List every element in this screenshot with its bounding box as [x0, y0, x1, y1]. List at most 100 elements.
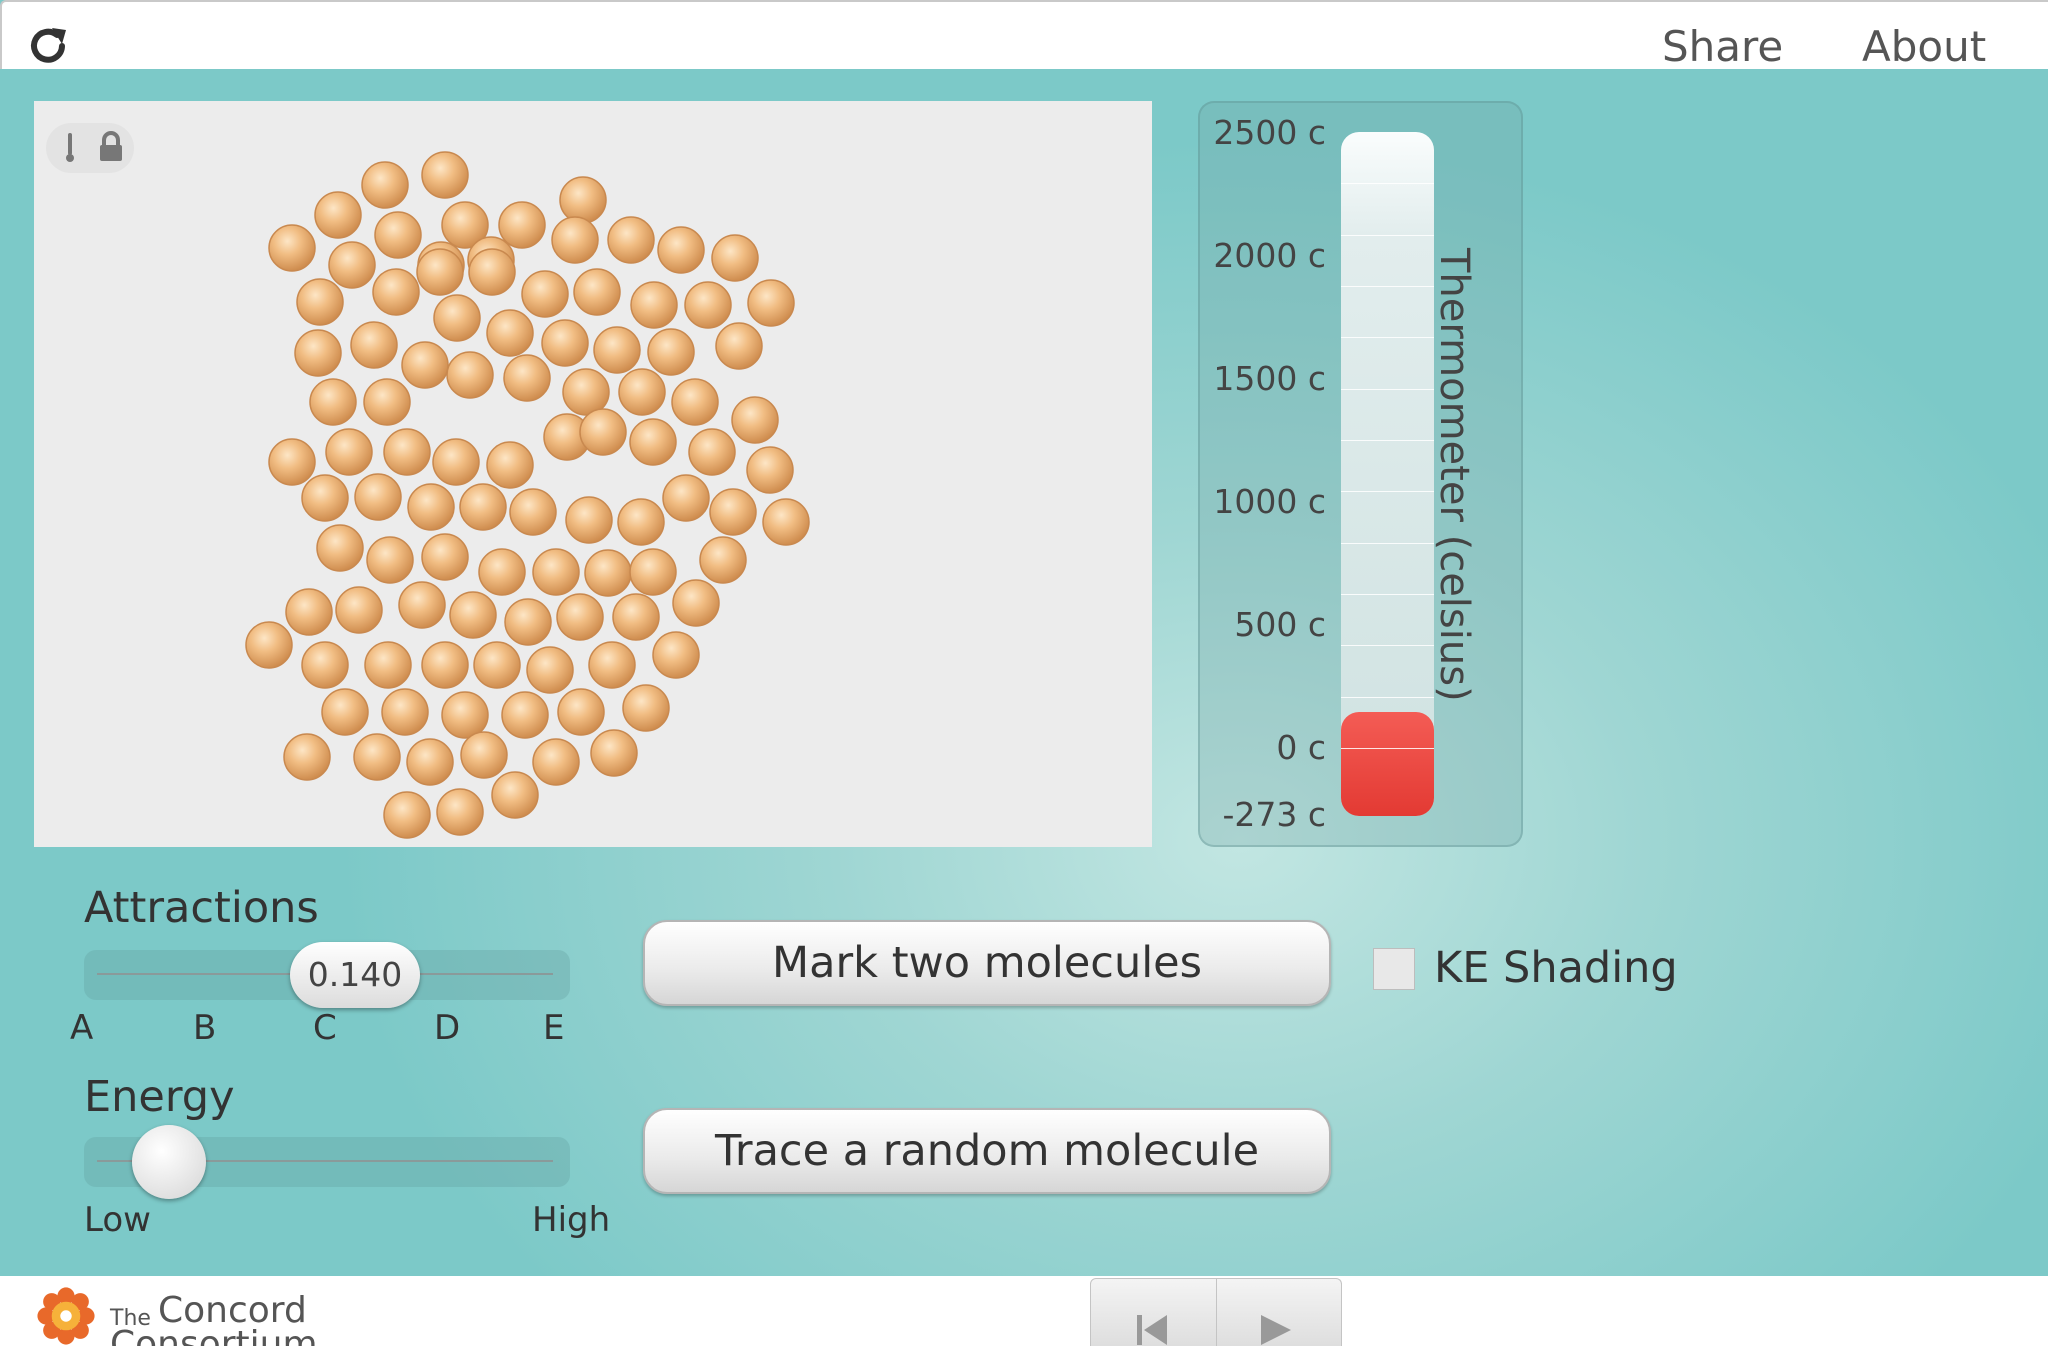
molecule[interactable]: [652, 631, 700, 679]
molecule[interactable]: [486, 441, 534, 489]
molecule[interactable]: [296, 278, 344, 326]
molecule[interactable]: [618, 368, 666, 416]
molecule[interactable]: [446, 351, 494, 399]
molecule[interactable]: [590, 729, 638, 777]
molecule[interactable]: [662, 474, 710, 522]
energy-slider-thumb[interactable]: [132, 1125, 207, 1199]
molecule[interactable]: [629, 548, 677, 596]
molecule[interactable]: [416, 248, 464, 296]
molecule[interactable]: [593, 326, 641, 374]
concord-logo-icon[interactable]: [24, 1286, 108, 1346]
molecule[interactable]: [498, 201, 546, 249]
molecule[interactable]: [762, 498, 810, 546]
molecule[interactable]: [607, 216, 655, 264]
molecule[interactable]: [268, 224, 316, 272]
molecule[interactable]: [731, 396, 779, 444]
molecule[interactable]: [630, 281, 678, 329]
molecule[interactable]: [559, 176, 607, 224]
molecule[interactable]: [629, 418, 677, 466]
molecule[interactable]: [551, 216, 599, 264]
reset-icon[interactable]: [1135, 1313, 1169, 1346]
molecule[interactable]: [335, 586, 383, 634]
molecule[interactable]: [309, 378, 357, 426]
molecule[interactable]: [421, 641, 469, 689]
molecule[interactable]: [473, 641, 521, 689]
molecule[interactable]: [617, 498, 665, 546]
molecule[interactable]: [406, 738, 454, 786]
molecule[interactable]: [294, 329, 342, 377]
molecule[interactable]: [364, 641, 412, 689]
molecule[interactable]: [361, 161, 409, 209]
molecule[interactable]: [314, 191, 362, 239]
molecule[interactable]: [588, 641, 636, 689]
molecule[interactable]: [421, 151, 469, 199]
molecule[interactable]: [478, 548, 526, 596]
molecule[interactable]: [657, 226, 705, 274]
molecule[interactable]: [325, 428, 373, 476]
molecule[interactable]: [579, 408, 627, 456]
molecule[interactable]: [565, 496, 613, 544]
molecule[interactable]: [647, 328, 695, 376]
molecule[interactable]: [684, 281, 732, 329]
molecule[interactable]: [746, 446, 794, 494]
molecule[interactable]: [354, 473, 402, 521]
molecule[interactable]: [491, 771, 539, 819]
molecule[interactable]: [350, 321, 398, 369]
molecule[interactable]: [383, 428, 431, 476]
molecule[interactable]: [556, 593, 604, 641]
molecule[interactable]: [436, 788, 484, 836]
molecule[interactable]: [245, 621, 293, 669]
molecule[interactable]: [715, 322, 763, 370]
play-icon[interactable]: [1259, 1313, 1293, 1346]
molecule[interactable]: [612, 593, 660, 641]
molecule[interactable]: [468, 248, 516, 296]
molecule[interactable]: [398, 581, 446, 629]
molecule[interactable]: [532, 548, 580, 596]
molecule[interactable]: [711, 234, 759, 282]
molecule[interactable]: [541, 319, 589, 367]
molecule[interactable]: [381, 688, 429, 736]
molecule[interactable]: [407, 483, 455, 531]
molecule[interactable]: [532, 738, 580, 786]
molecule[interactable]: [316, 524, 364, 572]
ke-shading-label[interactable]: KE Shading: [1434, 943, 1678, 993]
molecule[interactable]: [374, 211, 422, 259]
molecule[interactable]: [285, 588, 333, 636]
molecule[interactable]: [622, 684, 670, 732]
molecule[interactable]: [441, 691, 489, 739]
molecule[interactable]: [328, 241, 376, 289]
molecule[interactable]: [747, 279, 795, 327]
molecule[interactable]: [301, 641, 349, 689]
molecule[interactable]: [671, 378, 719, 426]
ke-shading-checkbox[interactable]: [1373, 948, 1415, 990]
molecule[interactable]: [372, 268, 420, 316]
mark-two-molecules-button[interactable]: Mark two molecules: [643, 920, 1331, 1006]
trace-random-molecule-button[interactable]: Trace a random molecule: [643, 1108, 1331, 1194]
molecule[interactable]: [383, 791, 431, 839]
molecule[interactable]: [557, 688, 605, 736]
molecule[interactable]: [584, 549, 632, 597]
molecule[interactable]: [460, 731, 508, 779]
molecule[interactable]: [321, 688, 369, 736]
molecule[interactable]: [699, 536, 747, 584]
molecule[interactable]: [268, 438, 316, 486]
molecule[interactable]: [301, 474, 349, 522]
molecule[interactable]: [688, 428, 736, 476]
molecule[interactable]: [521, 270, 569, 318]
molecule[interactable]: [504, 598, 552, 646]
molecule[interactable]: [432, 438, 480, 486]
molecule[interactable]: [366, 536, 414, 584]
molecule[interactable]: [709, 488, 757, 536]
molecule[interactable]: [283, 733, 331, 781]
molecule[interactable]: [459, 483, 507, 531]
molecule[interactable]: [486, 309, 534, 357]
molecule[interactable]: [449, 591, 497, 639]
molecule[interactable]: [573, 268, 621, 316]
molecule[interactable]: [526, 646, 574, 694]
molecule[interactable]: [672, 579, 720, 627]
molecule[interactable]: [501, 691, 549, 739]
molecule[interactable]: [562, 368, 610, 416]
molecule[interactable]: [433, 294, 481, 342]
molecule[interactable]: [363, 378, 411, 426]
molecule[interactable]: [401, 341, 449, 389]
